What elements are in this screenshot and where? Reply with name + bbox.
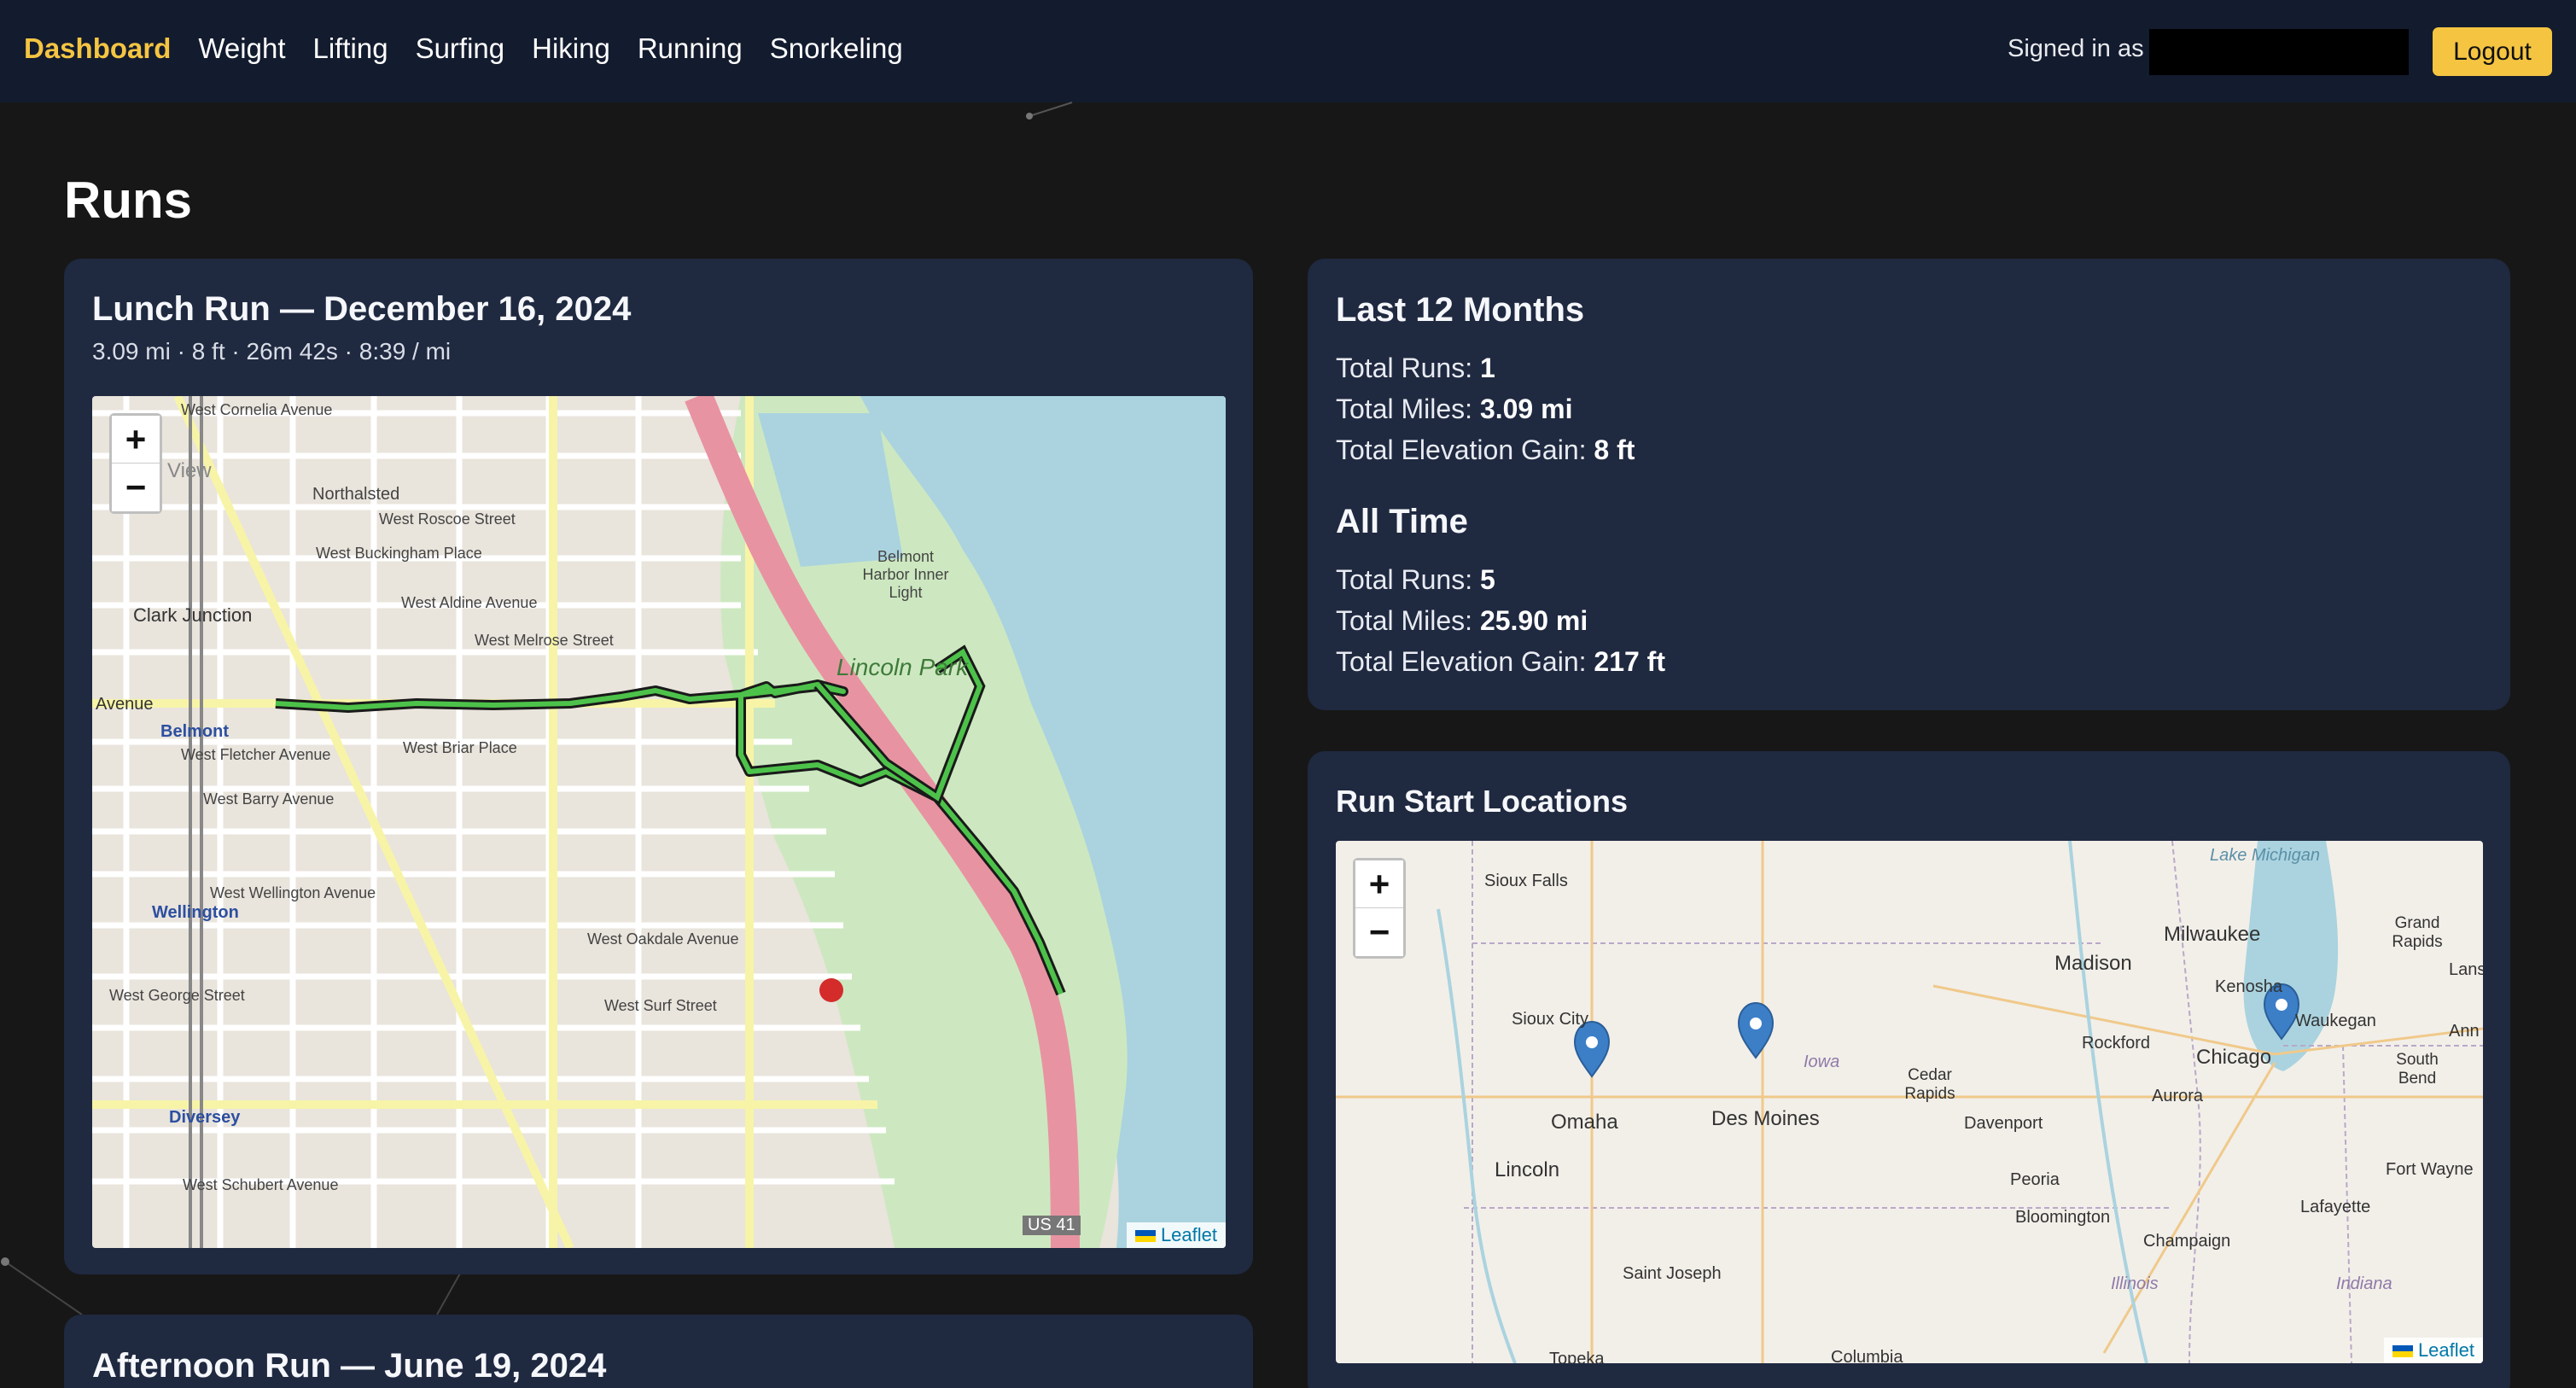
map-attribution: Leaflet bbox=[1126, 1222, 1226, 1248]
alltime-total-runs: Total Runs: 5 bbox=[1336, 564, 1495, 596]
map-label: West Wellington Avenue bbox=[210, 884, 376, 901]
route-map-zoom: + − bbox=[109, 413, 162, 514]
city-label: Grand Rapids bbox=[2392, 914, 2443, 951]
run-card: Afternoon Run — June 19, 2024 bbox=[64, 1315, 1253, 1388]
last12-total-runs: Total Runs: 1 bbox=[1336, 353, 1495, 384]
stat-value: 217 ft bbox=[1594, 646, 1665, 677]
ukraine-flag-icon bbox=[2392, 1345, 2413, 1358]
stat-label: Total Elevation Gain: bbox=[1336, 434, 1587, 465]
route-map-label-layer: West Cornelia Avenue Northalsted View We… bbox=[92, 396, 1226, 1248]
map-label: Belmont Harbor Inner Light bbox=[862, 548, 949, 601]
zoom-out-button[interactable]: − bbox=[1355, 908, 1403, 956]
state-label: Illinois bbox=[2111, 1274, 2159, 1293]
run-title: Afternoon Run — June 19, 2024 bbox=[92, 1347, 607, 1385]
city-label: Topeka bbox=[1549, 1350, 1605, 1363]
city-label: Lansi bbox=[2449, 960, 2483, 979]
map-label: West Oakdale Avenue bbox=[587, 930, 739, 948]
city-label: Rockford bbox=[2082, 1034, 2151, 1053]
city-label: Waukegan bbox=[2295, 1012, 2376, 1030]
run-card: Lunch Run — December 16, 2024 3.09 mi · … bbox=[64, 259, 1253, 1274]
city-label: Des Moines bbox=[1711, 1107, 1820, 1130]
map-label: Avenue bbox=[96, 695, 154, 714]
last12-elevation-gain: Total Elevation Gain: 8 ft bbox=[1336, 434, 1635, 466]
stat-value: 5 bbox=[1479, 564, 1495, 595]
stat-value: 1 bbox=[1479, 353, 1495, 383]
map-label: West Melrose Street bbox=[475, 632, 614, 649]
state-label: Iowa bbox=[1804, 1053, 1840, 1071]
zoom-in-button[interactable]: + bbox=[1355, 860, 1403, 908]
route-map[interactable]: West Cornelia Avenue Northalsted View We… bbox=[92, 396, 1226, 1248]
city-label: Ann bbox=[2449, 1022, 2480, 1041]
map-label: US 41 bbox=[1023, 1216, 1081, 1235]
city-label: Champaign bbox=[2143, 1232, 2231, 1251]
last-12-months-heading: Last 12 Months bbox=[1336, 291, 1585, 329]
city-label: Lafayette bbox=[2300, 1198, 2371, 1216]
last12-total-miles: Total Miles: 3.09 mi bbox=[1336, 394, 1572, 425]
city-label: Lincoln bbox=[1495, 1158, 1560, 1181]
map-label: West Barry Avenue bbox=[203, 790, 335, 808]
city-label: Peoria bbox=[2010, 1170, 2060, 1189]
stats-card: Last 12 Months Total Runs: 1 Total Miles… bbox=[1308, 259, 2510, 710]
leaflet-link[interactable]: Leaflet bbox=[1161, 1224, 1217, 1245]
city-label: Fort Wayne bbox=[2386, 1160, 2474, 1179]
city-label: Omaha bbox=[1551, 1111, 1618, 1134]
stat-label: Total Runs: bbox=[1336, 564, 1473, 595]
city-label: Saint Joseph bbox=[1623, 1264, 1722, 1283]
stat-label: Total Runs: bbox=[1336, 353, 1473, 383]
stat-label: Total Elevation Gain: bbox=[1336, 646, 1587, 677]
stat-label: Total Miles: bbox=[1336, 605, 1473, 636]
all-time-heading: All Time bbox=[1336, 503, 1468, 540]
alltime-elevation-gain: Total Elevation Gain: 217 ft bbox=[1336, 646, 1665, 678]
ukraine-flag-icon bbox=[1134, 1230, 1156, 1243]
city-label: Chicago bbox=[2196, 1046, 2272, 1069]
map-label: West Cornelia Avenue bbox=[181, 401, 333, 418]
map-label: Wellington bbox=[152, 903, 239, 922]
city-label: South Bend bbox=[2396, 1051, 2439, 1088]
map-label: West George Street bbox=[109, 987, 245, 1004]
stat-value: 25.90 mi bbox=[1479, 605, 1588, 636]
start-locations-title: Run Start Locations bbox=[1336, 784, 1629, 819]
map-label: Lincoln Park bbox=[836, 654, 969, 680]
city-label: Davenport bbox=[1964, 1114, 2043, 1133]
city-label: Madison bbox=[2054, 952, 2132, 975]
city-label: Sioux City bbox=[1512, 1010, 1589, 1029]
leaflet-link[interactable]: Leaflet bbox=[2418, 1339, 2474, 1361]
start-locations-card: Run Start Locations Sioux Falls Sioux Ci… bbox=[1308, 751, 2510, 1388]
map-label: West Buckingham Place bbox=[316, 545, 482, 562]
alltime-total-miles: Total Miles: 25.90 mi bbox=[1336, 605, 1588, 637]
map-label: Belmont bbox=[160, 722, 229, 741]
map-attribution: Leaflet bbox=[2383, 1338, 2483, 1363]
city-label: Cedar Rapids bbox=[1904, 1066, 1955, 1103]
map-label: West Surf Street bbox=[604, 997, 717, 1014]
state-label: Indiana bbox=[2336, 1274, 2392, 1293]
city-label: Milwaukee bbox=[2164, 923, 2261, 946]
zoom-in-button[interactable]: + bbox=[112, 416, 160, 464]
map-label: West Aldine Avenue bbox=[401, 594, 538, 611]
stat-value: 8 ft bbox=[1594, 434, 1635, 465]
map-label: West Roscoe Street bbox=[379, 510, 516, 528]
start-locations-map[interactable]: Sioux Falls Sioux City Omaha Lincoln Des… bbox=[1336, 841, 2483, 1363]
city-label: Columbia bbox=[1831, 1348, 1903, 1363]
map-label: Diversey bbox=[169, 1108, 241, 1127]
run-summary: 3.09 mi · 8 ft · 26m 42s · 8:39 / mi bbox=[92, 338, 452, 364]
map-label: West Briar Place bbox=[403, 739, 517, 756]
stat-label: Total Miles: bbox=[1336, 394, 1473, 424]
city-label: Bloomington bbox=[2015, 1208, 2111, 1227]
city-label: Aurora bbox=[2152, 1087, 2204, 1105]
zoom-out-button[interactable]: − bbox=[112, 464, 160, 511]
region-map-zoom: + − bbox=[1353, 858, 1406, 959]
region-map-label-layer: Sioux Falls Sioux City Omaha Lincoln Des… bbox=[1336, 841, 2483, 1363]
water-label: Lake Michigan bbox=[2210, 846, 2320, 865]
page-title: Runs bbox=[64, 172, 192, 229]
map-label: Clark Junction bbox=[133, 604, 253, 626]
map-label: West Schubert Avenue bbox=[183, 1176, 339, 1193]
map-label: Northalsted bbox=[312, 485, 400, 504]
stat-value: 3.09 mi bbox=[1479, 394, 1573, 424]
city-label: Sioux Falls bbox=[1484, 872, 1568, 890]
map-label: West Fletcher Avenue bbox=[181, 746, 331, 763]
city-label: Kenosha bbox=[2215, 977, 2282, 996]
map-label: View bbox=[167, 459, 212, 482]
run-title: Lunch Run — December 16, 2024 bbox=[92, 290, 632, 328]
